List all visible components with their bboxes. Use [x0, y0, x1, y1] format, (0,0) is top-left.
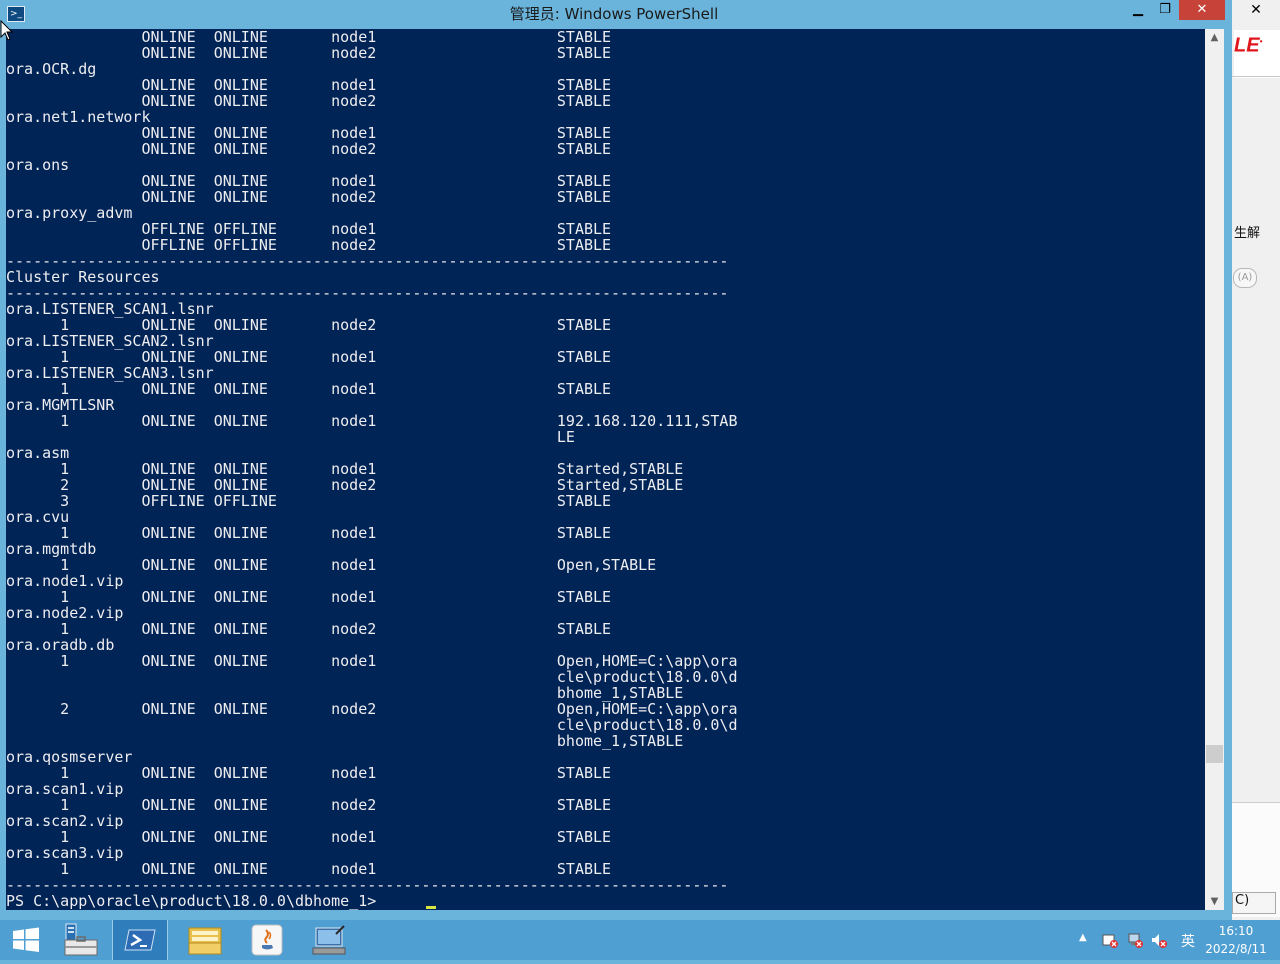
title-bar[interactable]: >_ 管理员: Windows PowerShell ▁ ❐ ✕ — [0, 0, 1232, 29]
background-close-button[interactable]: ✕ — [1232, 0, 1280, 20]
console-output[interactable]: ONLINE ONLINE node1 STABLE ONLINE ONLINE… — [6, 29, 1205, 910]
show-hidden-icons-icon[interactable]: ▲ — [1079, 932, 1087, 943]
taskbar-powershell[interactable] — [112, 920, 168, 960]
network-computer-icon — [312, 925, 346, 955]
close-button[interactable]: ✕ — [1179, 0, 1225, 20]
console-line: 1 ONLINE ONLINE node1 STABLE — [6, 524, 612, 542]
scroll-down-arrow-icon[interactable]: ▼ — [1205, 893, 1224, 910]
maximize-button[interactable]: ❐ — [1152, 0, 1178, 20]
network-warning-icon[interactable] — [1127, 932, 1143, 948]
console-line: ONLINE ONLINE node2 STABLE — [6, 44, 612, 62]
console-line: ONLINE ONLINE node2 STABLE — [6, 140, 612, 158]
clock-time[interactable]: 16:10 — [1198, 924, 1274, 938]
folder-icon — [188, 927, 222, 955]
system-tray: ▲ 英 16:10 2022/8/11 — [1076, 920, 1280, 960]
java-icon — [251, 924, 283, 956]
taskbar-server-manager[interactable] — [54, 920, 110, 960]
scrollbar-thumb[interactable] — [1206, 745, 1223, 763]
powershell-window: >_ 管理员: Windows PowerShell ▁ ❐ ✕ ONLINE … — [0, 0, 1232, 918]
taskbar-network-app[interactable] — [300, 920, 358, 960]
console-line: LE — [6, 428, 575, 446]
mouse-pointer-icon — [0, 20, 14, 41]
minimize-button[interactable]: ▁ — [1125, 0, 1151, 20]
console-line: 3 OFFLINE OFFLINE STABLE — [6, 492, 612, 510]
input-method-indicator[interactable]: 英 — [1181, 931, 1195, 951]
background-option-button[interactable]: (A) — [1233, 268, 1257, 288]
taskbar-java[interactable] — [238, 920, 296, 960]
scroll-up-arrow-icon[interactable]: ▲ — [1205, 29, 1224, 46]
action-center-warning-icon[interactable] — [1102, 932, 1118, 948]
taskbar-file-explorer[interactable] — [176, 920, 234, 960]
taskbar: ▲ 英 16:10 2022/8/11 — [0, 920, 1280, 960]
windows-logo-icon — [13, 927, 39, 952]
window-frame — [1224, 29, 1232, 918]
clock-date[interactable]: 2022/8/11 — [1198, 942, 1274, 956]
window-title: 管理员: Windows PowerShell — [509, 5, 719, 23]
console-line: PS C:\app\oracle\product\18.0.0\dbhome_1… — [6, 892, 386, 910]
vertical-scrollbar[interactable]: ▲ ▼ — [1205, 29, 1224, 910]
start-button[interactable] — [0, 920, 52, 960]
background-text: 生解 — [1234, 226, 1261, 241]
background-button[interactable]: C) — [1232, 892, 1276, 914]
divider — [1232, 76, 1280, 77]
console-text: ONLINE ONLINE node1 STABLE ONLINE ONLINE… — [6, 29, 1205, 909]
server-manager-icon — [64, 923, 98, 956]
powershell-taskbar-icon — [124, 929, 156, 951]
volume-muted-icon[interactable] — [1151, 932, 1167, 948]
oracle-logo: LE• — [1234, 30, 1280, 78]
background-app-window: LE• 生解 (A) C) — [1232, 0, 1280, 920]
text-cursor — [426, 906, 436, 909]
